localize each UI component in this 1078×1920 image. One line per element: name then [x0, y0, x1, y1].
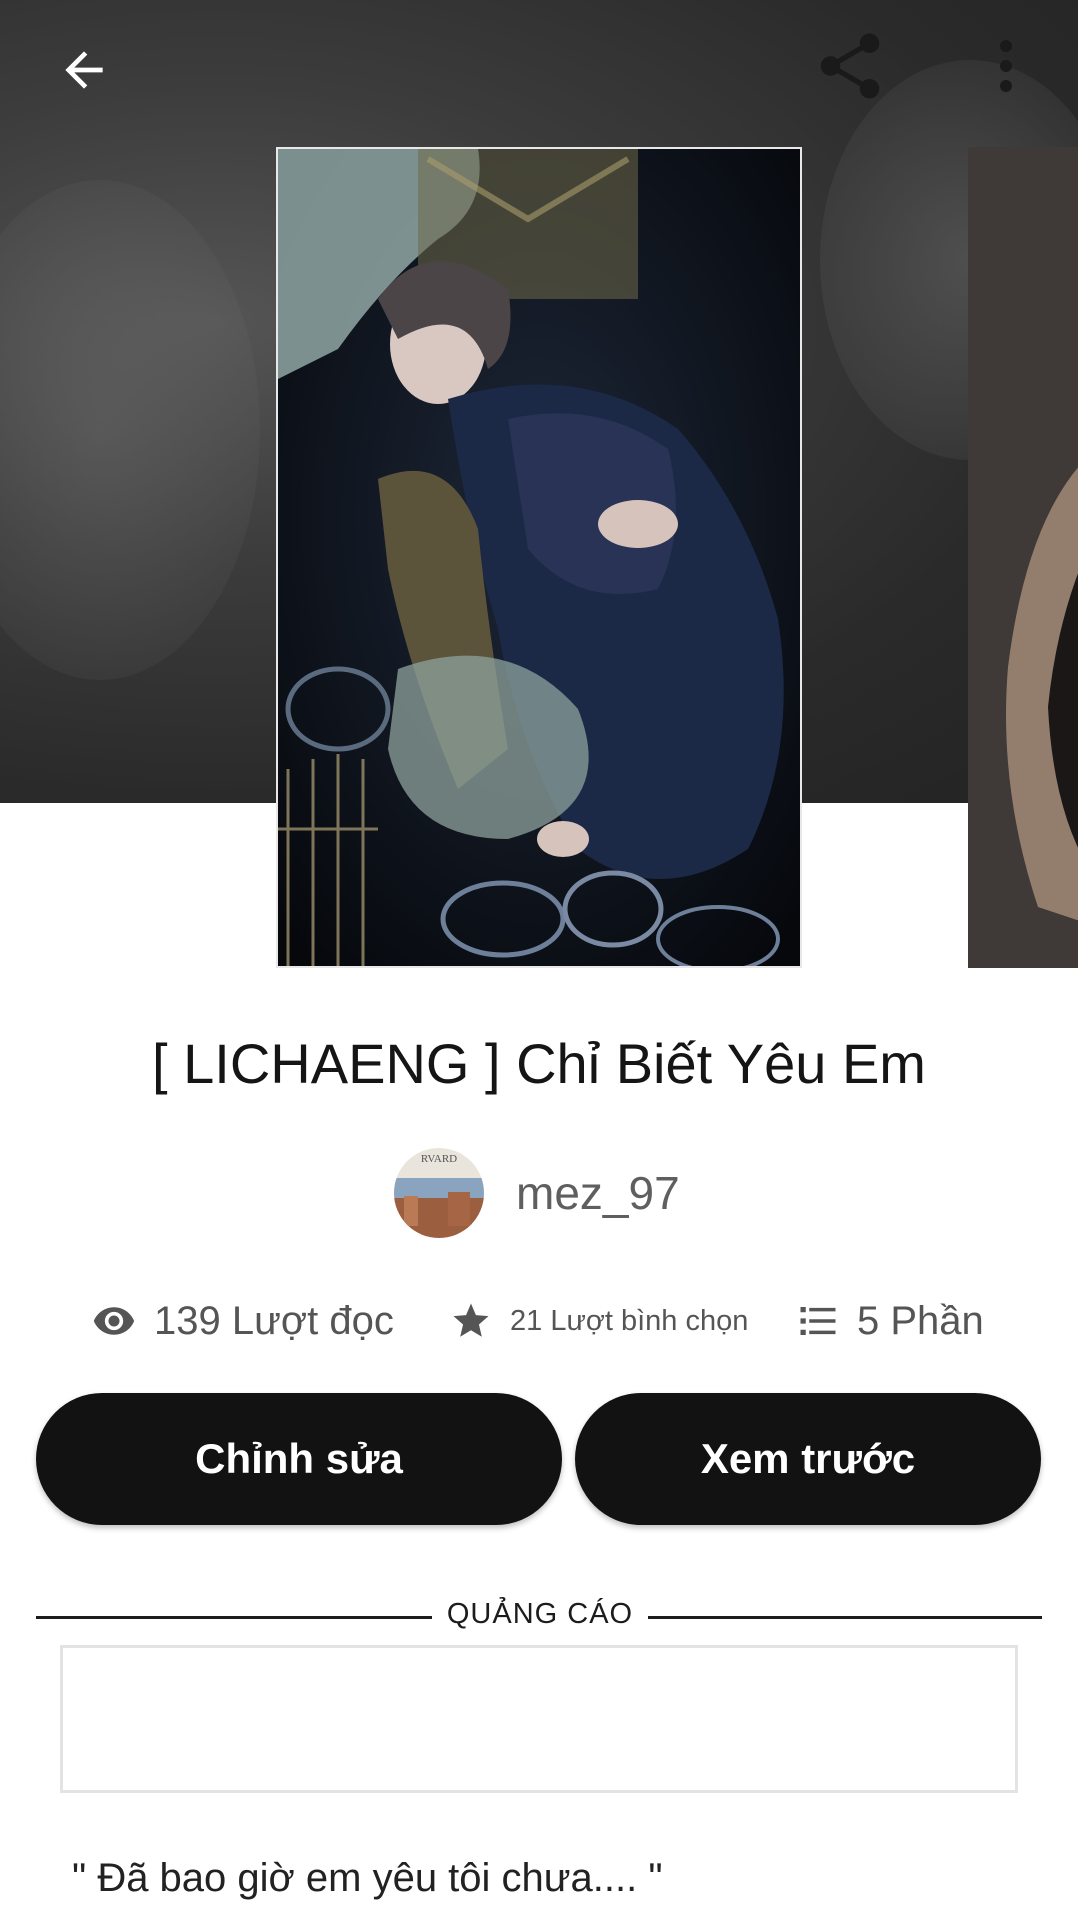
- votes-count: 21 Lượt bình chọn: [450, 1288, 748, 1354]
- ad-divider-left: [36, 1616, 432, 1619]
- edit-button[interactable]: Chỉnh sửa: [36, 1393, 562, 1525]
- parts-count: 5 Phần: [797, 1288, 984, 1354]
- star-icon: [453, 1303, 489, 1337]
- back-button[interactable]: [42, 28, 126, 112]
- story-description: " Đã bao giờ em yêu tôi chưa.... ": [72, 1856, 663, 1900]
- ad-divider-right: [648, 1616, 1042, 1619]
- more-vertical-icon: [1000, 40, 1012, 92]
- eye-icon: [93, 1307, 135, 1335]
- author-name[interactable]: mez_97: [516, 1166, 680, 1220]
- ad-slot[interactable]: [60, 1645, 1018, 1793]
- reads-label: 139 Lượt đọc: [154, 1298, 394, 1343]
- next-story-cover[interactable]: [968, 147, 1078, 968]
- share-button[interactable]: [806, 22, 894, 110]
- svg-text:RVARD: RVARD: [421, 1153, 457, 1165]
- parts-label: 5 Phần: [857, 1298, 984, 1343]
- author-avatar[interactable]: RVARD: [394, 1148, 484, 1238]
- ad-label: QUẢNG CÁO: [446, 1598, 634, 1630]
- arrow-left-icon: [65, 51, 103, 89]
- story-stats: 139 Lượt đọc 21 Lượt bình chọn 5 Phần: [0, 1288, 1078, 1354]
- story-cover-image[interactable]: [276, 147, 802, 968]
- story-title: [ LICHAENG ] Chỉ Biết Yêu Em: [152, 1032, 926, 1095]
- share-icon: [820, 33, 880, 99]
- more-options-button[interactable]: [976, 22, 1036, 110]
- author-link[interactable]: RVARD mez_97: [394, 1148, 680, 1238]
- list-icon: [800, 1307, 836, 1335]
- votes-label: 21 Lượt bình chọn: [510, 1304, 749, 1337]
- preview-button[interactable]: Xem trước: [575, 1393, 1041, 1525]
- reads-count: 139 Lượt đọc: [92, 1288, 394, 1354]
